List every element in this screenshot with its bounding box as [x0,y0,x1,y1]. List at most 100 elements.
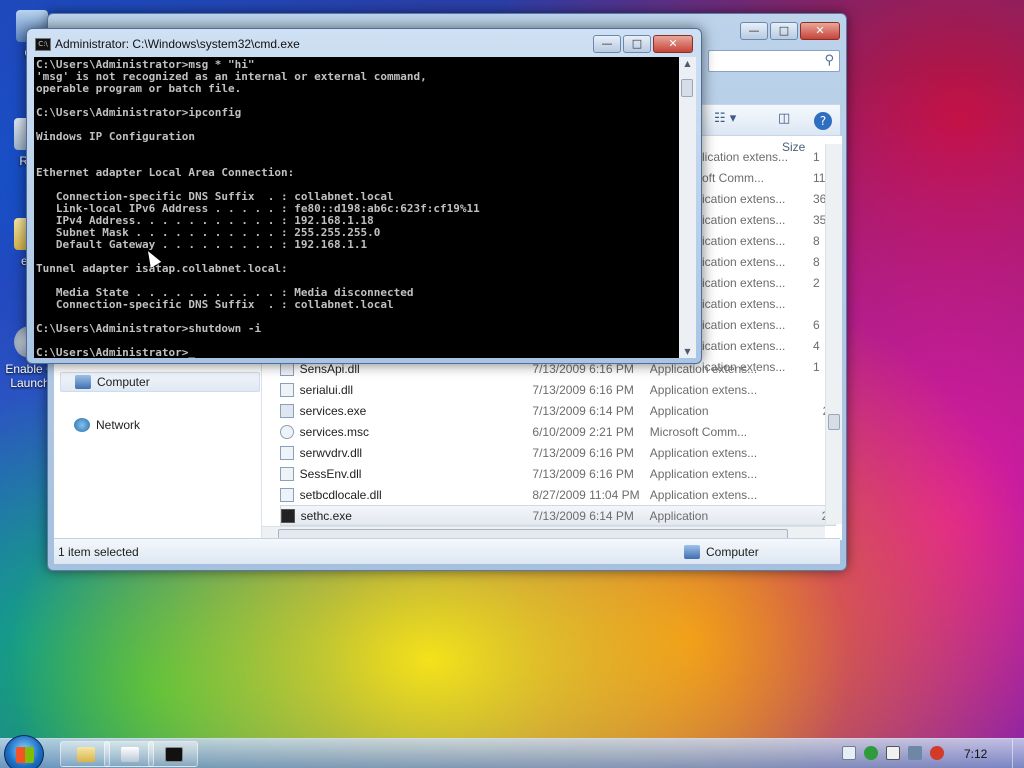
nav-item-computer[interactable]: Computer [60,372,260,392]
file-type: ication extens... [702,234,786,248]
cmd-icon [165,747,183,762]
status-location: Computer [684,545,759,559]
dll-file-icon [280,445,294,460]
maximize-button[interactable]: □ [623,35,651,53]
list-item[interactable]: oft Comm... 11 [702,171,842,185]
file-type: Application extens... [649,445,758,460]
application-icon [280,403,294,418]
minimize-button[interactable]: — [740,22,768,40]
list-item[interactable]: lication extens... 1 [702,150,842,164]
system-tray [842,746,944,760]
list-item[interactable]: ication extens... 6 [702,318,842,332]
file-type: Application [649,403,709,418]
file-size: 11 [813,171,826,185]
table-row[interactable]: services.exe 7/13/2009 6:14 PM Applicati… [280,400,836,421]
notification-icon[interactable] [842,746,856,760]
action-center-flag-icon[interactable] [886,746,900,760]
file-type: ication extens... [702,192,786,206]
taskbar-explorer-button[interactable] [60,741,110,767]
file-name: SessEnv.dll [299,466,362,481]
table-row[interactable]: serialui.dll 7/13/2009 6:16 PM Applicati… [280,379,836,400]
list-item[interactable]: ication extens... 2 [702,276,842,290]
view-options-icon[interactable]: ☷ ▾ [714,111,736,126]
volume-muted-icon[interactable] [930,746,944,760]
file-size: 8 [813,234,820,248]
table-row[interactable]: serwvdrv.dll 7/13/2009 6:16 PM Applicati… [280,442,836,463]
security-check-icon[interactable] [864,746,878,760]
list-item[interactable]: ication extens... 35 [702,213,842,227]
gear-icon [280,424,294,439]
file-name: sethc.exe [300,508,352,523]
nav-item-network[interactable]: Network [74,418,140,432]
file-type: lication extens... [702,150,789,164]
list-item[interactable]: ication extens... 4 [702,339,842,353]
help-icon[interactable]: ? [814,112,832,130]
status-location-label: Computer [706,545,759,559]
list-item[interactable]: ication extens... 36 [702,192,842,206]
scrollbar-thumb[interactable] [828,414,840,430]
file-type: Application extens... [649,466,758,481]
maximize-button[interactable]: □ [770,22,798,40]
file-type: ication extens... [702,339,786,353]
table-row[interactable]: services.msc 6/10/2009 2:21 PM Microsoft… [280,421,836,442]
dll-file-icon [280,466,294,481]
file-type: Application extens... [649,487,758,502]
show-desktop-button[interactable] [1012,739,1024,768]
file-type: ication extens... [702,276,786,290]
cmd-icon: C:\ [35,38,51,51]
search-input[interactable]: ⚲ [708,50,840,72]
file-size: 4 [813,339,820,353]
preview-pane-icon[interactable]: ◫ [778,111,790,126]
start-button[interactable] [4,735,44,768]
file-name: services.msc [299,424,369,439]
dll-file-icon [280,487,294,502]
file-date: 8/27/2009 11:04 PM [532,487,640,502]
console-output[interactable]: C:\Users\Administrator>msg * "hi" 'msg' … [34,57,696,358]
scroll-down-icon[interactable]: ▼ [679,347,696,356]
cmd-window[interactable]: C:\ Administrator: C:\Windows\system32\c… [26,28,702,364]
taskbar: 7:12 [0,735,1024,768]
file-date: 7/13/2009 6:16 PM [532,382,634,397]
network-icon[interactable] [908,746,922,760]
scroll-up-icon[interactable]: ▲ [679,59,696,68]
list-item[interactable]: ication extens... [702,297,842,311]
list-item[interactable]: ication extens... 8 [702,234,842,248]
taskbar-notepad-button[interactable] [104,741,154,767]
list-item[interactable]: ication extens... 8 [702,255,842,269]
close-button[interactable]: ✕ [800,22,840,40]
taskbar-cmd-button[interactable] [148,741,198,767]
console-scrollbar[interactable]: ▲ ▼ [679,57,696,358]
file-name: services.exe [299,403,367,418]
file-type: oft Comm... [702,171,765,185]
search-icon[interactable]: ⚲ [824,53,834,68]
file-type: ication extens... [702,297,786,311]
nav-item-label: Computer [97,375,150,389]
vertical-scrollbar[interactable] [825,144,842,524]
scrollbar-thumb[interactable] [681,79,693,97]
close-button[interactable]: ✕ [653,35,693,53]
cmd-caption-buttons: — □ ✕ [593,35,693,53]
minimize-button[interactable]: — [593,35,621,53]
console-text: C:\Users\Administrator>msg * "hi" 'msg' … [36,58,480,359]
file-date: 6/10/2009 2:21 PM [532,424,634,439]
clock[interactable]: 7:12 [964,747,987,761]
dll-file-icon [280,382,294,397]
network-icon [74,418,90,432]
computer-icon [684,545,700,559]
file-type: ication extens... [702,213,786,227]
file-type: Application [649,508,709,523]
file-name: setbcdlocale.dll [299,487,382,502]
explorer-caption-buttons: — □ ✕ [740,22,840,40]
cmd-icon [281,508,295,523]
nav-item-label: Network [96,418,141,432]
computer-icon [75,375,91,389]
file-type: Microsoft Comm... [649,424,748,439]
table-row[interactable]: SessEnv.dll 7/13/2009 6:16 PM Applicatio… [280,463,836,484]
table-row[interactable]: setbcdlocale.dll 8/27/2009 11:04 PM Appl… [280,484,836,505]
file-name: serwvdrv.dll [299,445,363,460]
file-date: 7/13/2009 6:16 PM [532,445,634,460]
file-date: 7/13/2009 6:14 PM [532,508,634,523]
file-size: 1 [813,150,820,164]
table-row-selected[interactable]: sethc.exe 7/13/2009 6:14 PM Application … [280,505,836,526]
status-bar: 1 item selected Computer [54,538,840,564]
